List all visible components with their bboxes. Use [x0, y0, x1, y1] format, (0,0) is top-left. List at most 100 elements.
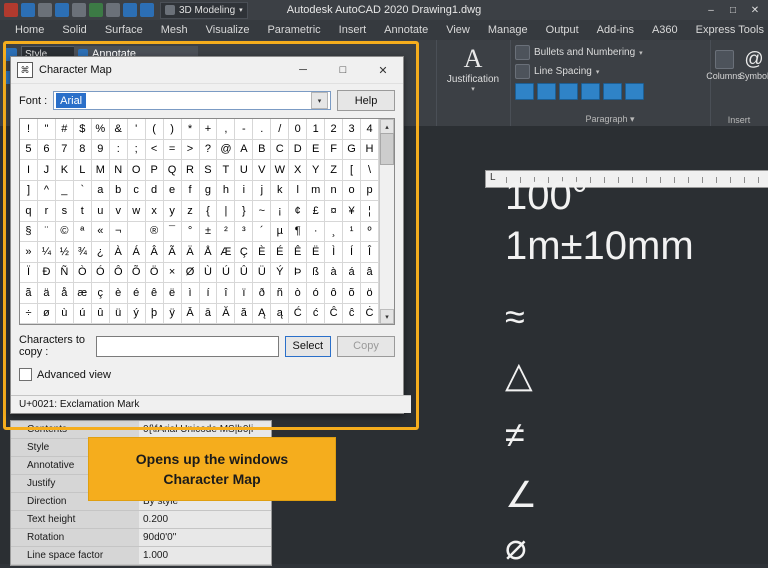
- chevron-down-icon[interactable]: ▾: [630, 114, 635, 124]
- character-cell[interactable]: Q: [163, 160, 182, 181]
- mtext-line-4[interactable]: △: [505, 354, 533, 396]
- character-cell[interactable]: R: [181, 160, 200, 181]
- character-cell[interactable]: %: [91, 119, 110, 140]
- character-cell[interactable]: Ó: [91, 262, 110, 283]
- character-cell[interactable]: ¥: [343, 201, 362, 222]
- character-cell[interactable]: #: [55, 119, 74, 140]
- character-cell[interactable]: (: [145, 119, 164, 140]
- character-cell[interactable]: Ý: [271, 262, 290, 283]
- character-cell[interactable]: §: [20, 221, 38, 242]
- character-cell[interactable]: O: [127, 160, 146, 181]
- character-cell[interactable]: ß: [307, 262, 326, 283]
- character-cell[interactable]: ©: [55, 221, 74, 242]
- tab-manage[interactable]: Manage: [479, 22, 537, 38]
- table-row[interactable]: Line space factor 1.000: [11, 547, 271, 565]
- bullets-and-numbering-button[interactable]: Bullets and Numbering ▾: [510, 43, 710, 62]
- character-cell[interactable]: É: [271, 242, 290, 263]
- character-cell[interactable]: d: [145, 180, 164, 201]
- character-cell[interactable]: ¿: [91, 242, 110, 263]
- character-cell[interactable]: }: [235, 201, 254, 222]
- character-cell[interactable]: ·: [307, 221, 326, 242]
- character-cell[interactable]: »: [20, 242, 38, 263]
- character-cell[interactable]: Ą: [253, 303, 272, 324]
- character-cell[interactable]: |: [217, 201, 236, 222]
- character-cell[interactable]: t: [73, 201, 92, 222]
- character-cell[interactable]: Ã: [163, 242, 182, 263]
- character-cell[interactable]: .: [253, 119, 272, 140]
- character-cell[interactable]: ¹: [343, 221, 362, 242]
- workspace-selector[interactable]: 3D Modeling ▾: [160, 1, 248, 19]
- character-cell[interactable]: 4: [361, 119, 379, 140]
- character-cell[interactable]: Ð: [37, 262, 56, 283]
- window-controls[interactable]: – □ ✕: [700, 0, 766, 20]
- character-cell[interactable]: f: [181, 180, 200, 201]
- character-cell[interactable]: Ë: [307, 242, 326, 263]
- character-cell[interactable]: /: [271, 119, 290, 140]
- character-cell[interactable]: ª: [73, 221, 92, 242]
- character-cell[interactable]: ä: [37, 283, 56, 304]
- character-cell[interactable]: ¢: [289, 201, 308, 222]
- character-cell[interactable]: £: [307, 201, 326, 222]
- character-cell[interactable]: @: [217, 139, 236, 160]
- character-cell[interactable]: ø: [37, 303, 56, 324]
- character-cell[interactable]: j: [253, 180, 272, 201]
- paragraph-settings-icon[interactable]: [625, 83, 644, 100]
- align-center-icon[interactable]: [537, 83, 556, 100]
- character-cell[interactable]: è: [109, 283, 128, 304]
- character-cell[interactable]: W: [271, 160, 290, 181]
- character-cell[interactable]: {: [199, 201, 218, 222]
- character-cell[interactable]: Ç: [235, 242, 254, 263]
- character-cell[interactable]: Ć: [289, 303, 308, 324]
- close-button[interactable]: ✕: [744, 0, 766, 20]
- character-cell[interactable]: é: [127, 283, 146, 304]
- character-cell[interactable]: ù: [55, 303, 74, 324]
- charmap-maximize-button[interactable]: □: [323, 58, 363, 83]
- charmap-close-button[interactable]: ✕: [363, 58, 403, 83]
- character-cell[interactable]: ³: [235, 221, 254, 242]
- character-cell[interactable]: «: [91, 221, 110, 242]
- character-cell[interactable]: û: [91, 303, 110, 324]
- tab-view[interactable]: View: [437, 22, 479, 38]
- character-cell[interactable]: à: [325, 262, 344, 283]
- character-cell[interactable]: ¦: [361, 201, 379, 222]
- character-map-dialog[interactable]: ⌘ Character Map ─ □ ✕ Font : Arial ▾ Hel…: [10, 56, 411, 414]
- character-cell[interactable]: *: [181, 119, 200, 140]
- align-right-icon[interactable]: [559, 83, 578, 100]
- character-cell[interactable]: Ö: [145, 262, 164, 283]
- character-cell[interactable]: ö: [361, 283, 379, 304]
- tab-addins[interactable]: Add-ins: [588, 22, 643, 38]
- character-cell[interactable]: â: [361, 262, 379, 283]
- property-value[interactable]: 90d0'0": [139, 529, 271, 546]
- character-cell[interactable]: º: [361, 221, 379, 242]
- charmap-window-controls[interactable]: ─ □ ✕: [283, 58, 403, 83]
- cloud-icon[interactable]: [89, 3, 103, 17]
- character-cell[interactable]: h: [217, 180, 236, 201]
- character-cell[interactable]: >: [181, 139, 200, 160]
- character-cell[interactable]: å: [55, 283, 74, 304]
- character-cell[interactable]: ÿ: [163, 303, 182, 324]
- alignment-button-row[interactable]: [510, 81, 710, 100]
- character-cell[interactable]: S: [199, 160, 218, 181]
- open-file-icon[interactable]: [38, 3, 52, 17]
- character-cell[interactable]: =: [163, 139, 182, 160]
- character-cell[interactable]: ô: [325, 283, 344, 304]
- character-cell[interactable]: þ: [145, 303, 164, 324]
- symbol-button[interactable]: @ Symbol: [739, 44, 768, 81]
- character-cell[interactable]: ë: [163, 283, 182, 304]
- maximize-button[interactable]: □: [722, 0, 744, 20]
- redo-icon[interactable]: [140, 3, 154, 17]
- character-cell[interactable]: Y: [307, 160, 326, 181]
- character-grid[interactable]: ! " # $% & '() * +, -./0 1 2 3 4 5 6 7 8 9:; < = >? @ A B C D E F G H…: [20, 119, 379, 324]
- character-cell[interactable]: 0: [289, 119, 308, 140]
- character-cell[interactable]: ;: [127, 139, 146, 160]
- character-cell[interactable]: ą: [271, 303, 290, 324]
- characters-to-copy-input[interactable]: [95, 335, 279, 357]
- character-cell[interactable]: B: [253, 139, 272, 160]
- character-cell[interactable]: T: [217, 160, 236, 181]
- character-cell[interactable]: Ò: [73, 262, 92, 283]
- charmap-minimize-button[interactable]: ─: [283, 58, 323, 83]
- character-cell[interactable]: Õ: [127, 262, 146, 283]
- character-cell[interactable]: ý: [127, 303, 146, 324]
- character-cell[interactable]: _: [55, 180, 74, 201]
- mtext-line-3[interactable]: ≈: [505, 296, 525, 338]
